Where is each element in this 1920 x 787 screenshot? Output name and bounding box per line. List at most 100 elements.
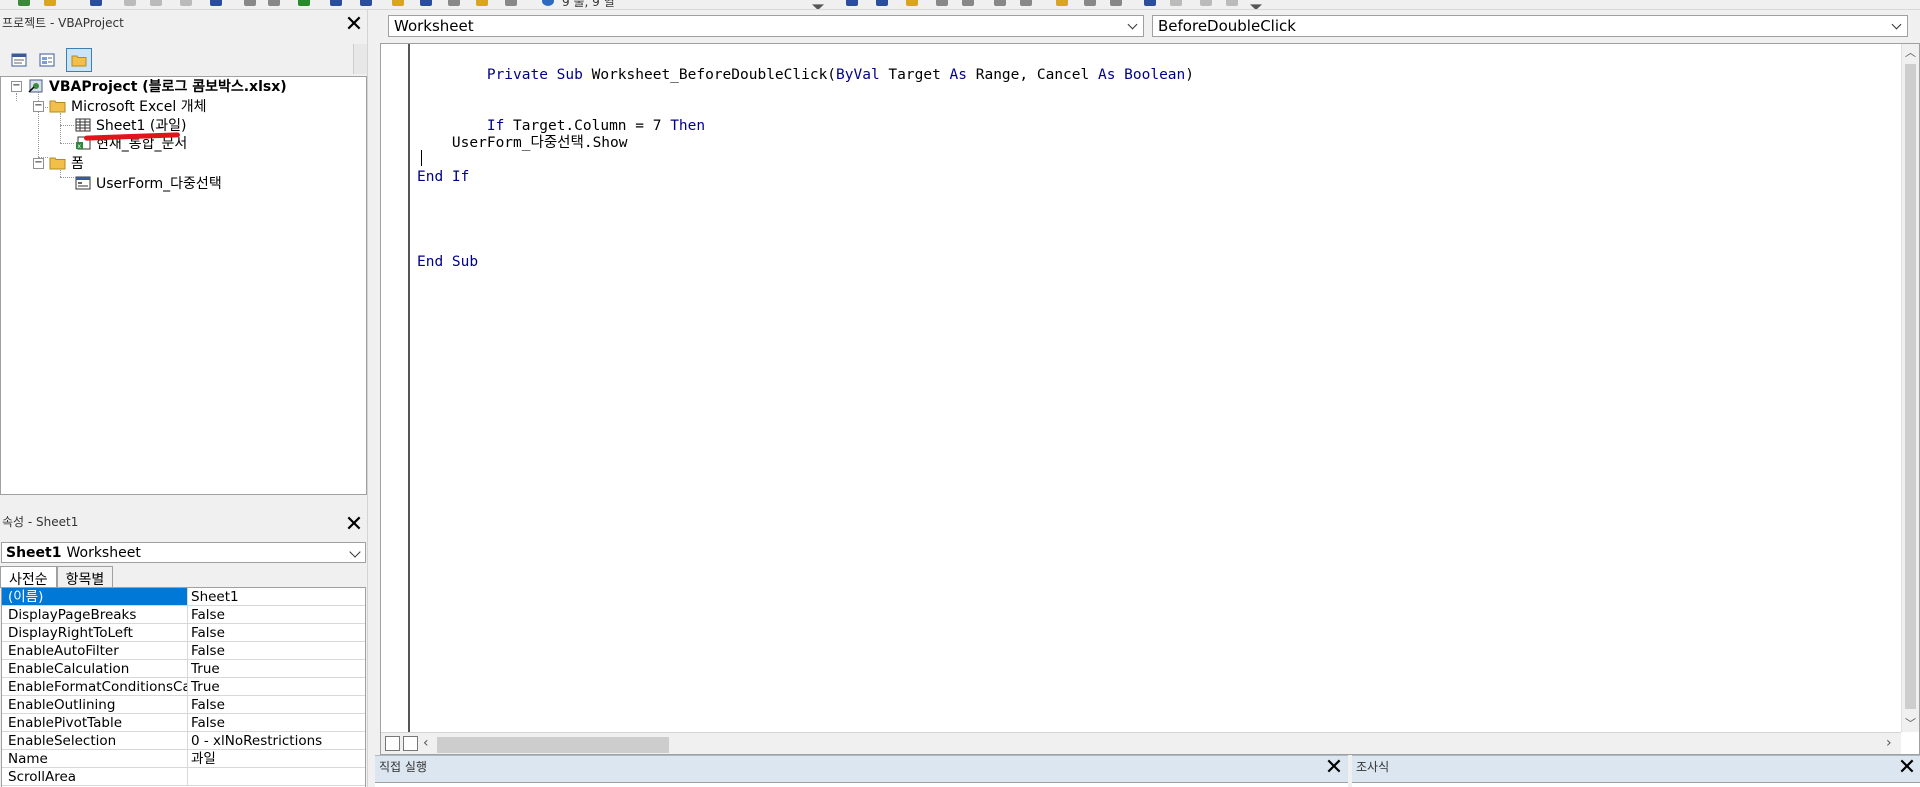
chevron-down-icon[interactable] (1891, 19, 1902, 30)
comment-block-icon[interactable] (936, 0, 948, 6)
prop-value[interactable]: False (188, 714, 365, 731)
margin-indicator-bar[interactable] (381, 44, 410, 732)
properties-icon[interactable] (448, 0, 460, 6)
code-line-end-sub[interactable]: End Sub (417, 254, 478, 271)
run-icon[interactable] (298, 0, 310, 6)
prop-value[interactable]: 과일 (188, 750, 365, 767)
tree-item-forms[interactable]: − 폼 (33, 153, 84, 173)
design-mode-icon[interactable] (392, 0, 404, 6)
next-bookmark-icon[interactable] (1020, 0, 1032, 6)
watch-pane-close-icon[interactable]: ✕ (1896, 757, 1918, 779)
scroll-thumb[interactable] (1905, 64, 1916, 709)
tree-item-vbaproject[interactable]: − VBAProject (블로그 콤보박스.xlsx) (11, 76, 287, 96)
view-object-button[interactable] (34, 48, 60, 72)
prop-value[interactable]: Sheet1 (188, 588, 365, 605)
reset-icon[interactable] (360, 0, 372, 6)
watch-pane[interactable]: 조사식 ✕ (1352, 755, 1920, 787)
collapse-icon[interactable]: − (33, 157, 44, 169)
procedure-view-icon[interactable] (385, 736, 400, 751)
prop-value[interactable]: False (188, 624, 365, 641)
tree-item-excel-objects[interactable]: − Microsoft Excel 개체 (33, 96, 206, 116)
excel-view-icon[interactable] (18, 0, 30, 6)
bookmark-icon[interactable] (994, 0, 1006, 6)
list-constants-icon[interactable] (1084, 0, 1096, 6)
object-combo[interactable]: Worksheet (388, 15, 1144, 37)
toolbox-icon[interactable] (505, 0, 517, 6)
prop-row[interactable]: EnableSelection 0 - xlNoRestrictions (2, 732, 365, 750)
project-explorer-icon[interactable] (420, 0, 432, 6)
scroll-up-icon[interactable]: ︿ (1902, 44, 1919, 61)
code-text[interactable]: Private Sub Worksheet_BeforeDoubleClick(… (417, 50, 1194, 270)
immediate-pane[interactable]: 직접 실행 ✕ (375, 755, 1348, 787)
vertical-scrollbar[interactable]: ︿ ﹀ (1901, 44, 1919, 732)
procedure-combo[interactable]: BeforeDoubleClick (1152, 15, 1908, 37)
redo-icon[interactable] (268, 0, 280, 6)
scroll-right-icon[interactable]: › (1886, 735, 1892, 751)
prop-row[interactable]: ScrollArea (2, 768, 365, 786)
code-line-show[interactable]: UserForm_다중선택.Show (417, 135, 628, 152)
prop-value[interactable]: False (188, 606, 365, 623)
save-icon[interactable] (90, 0, 102, 6)
view-code-button[interactable] (6, 48, 32, 72)
collapse-icon[interactable]: − (11, 80, 22, 92)
break-icon[interactable] (330, 0, 342, 6)
code-line-sub[interactable]: Private Sub Worksheet_BeforeDoubleClick(… (417, 50, 1194, 101)
toggle-folders-button[interactable] (66, 48, 92, 72)
undo-icon[interactable] (244, 0, 256, 6)
indent-icon[interactable] (846, 0, 858, 6)
project-pane-close-icon[interactable]: ✕ (343, 14, 365, 36)
tab-alphabetic[interactable]: 사전순 (0, 566, 57, 588)
insert-icon[interactable] (44, 0, 56, 6)
horizontal-scroll-thumb[interactable] (437, 737, 669, 753)
toolbar-chevron-icon[interactable] (812, 4, 824, 9)
prop-value[interactable] (188, 768, 365, 785)
prop-value[interactable]: True (188, 660, 365, 677)
paste-icon[interactable] (180, 0, 192, 6)
toolbar-overflow-icon[interactable] (1250, 4, 1262, 9)
help-icon[interactable] (542, 0, 554, 6)
prop-row[interactable]: DisplayRightToLeft False (2, 624, 365, 642)
complete-word-icon[interactable] (1144, 0, 1156, 6)
uncomment-block-icon[interactable] (962, 0, 974, 6)
previous-bookmark-icon[interactable] (1226, 0, 1238, 6)
code-line-end-if[interactable]: End If (417, 169, 469, 186)
immediate-window[interactable] (375, 782, 1348, 787)
toggle-breakpoint-icon[interactable] (906, 0, 918, 6)
scroll-down-icon[interactable]: ﹀ (1902, 715, 1919, 732)
project-toolbar-scroll[interactable] (353, 44, 367, 74)
list-properties-icon[interactable] (1110, 0, 1122, 6)
immediate-pane-close-icon[interactable]: ✕ (1323, 757, 1345, 779)
quick-info-icon[interactable] (1056, 0, 1068, 6)
copy-icon[interactable] (150, 0, 162, 6)
chevron-down-icon[interactable] (1127, 19, 1138, 30)
object-selector[interactable]: Sheet1 Worksheet (1, 542, 366, 563)
properties-pane-close-icon[interactable]: ✕ (343, 514, 365, 536)
prop-row[interactable]: EnablePivotTable False (2, 714, 365, 732)
prop-value[interactable]: False (188, 696, 365, 713)
find-icon[interactable] (210, 0, 222, 6)
prop-value[interactable]: True (188, 678, 365, 695)
object-browser-icon[interactable] (476, 0, 488, 6)
prop-row[interactable]: EnableFormatConditionsCal True (2, 678, 365, 696)
prop-row[interactable]: EnableCalculation True (2, 660, 365, 678)
prop-row[interactable]: Name 과일 (2, 750, 365, 768)
prop-row[interactable]: DisplayPageBreaks False (2, 606, 365, 624)
watch-window[interactable] (1352, 782, 1920, 787)
chevron-down-icon[interactable] (349, 546, 361, 558)
prop-row[interactable]: (이름) Sheet1 (2, 588, 365, 606)
prop-value[interactable]: False (188, 642, 365, 659)
prop-row[interactable]: EnableOutlining False (2, 696, 365, 714)
outdent-icon[interactable] (876, 0, 888, 6)
cut-icon[interactable] (124, 0, 136, 6)
code-editor[interactable]: Private Sub Worksheet_BeforeDoubleClick(… (380, 43, 1920, 755)
scroll-left-icon[interactable]: ‹ (423, 735, 429, 751)
tree-item-userform[interactable]: UserForm_다중선택 (73, 173, 222, 193)
tree-connector (60, 177, 74, 178)
parameter-info-icon[interactable] (1170, 0, 1182, 6)
collapse-icon[interactable]: − (33, 100, 44, 112)
prop-row[interactable]: EnableAutoFilter False (2, 642, 365, 660)
full-module-view-icon[interactable] (403, 736, 418, 751)
clear-bookmarks-icon[interactable] (1200, 0, 1212, 6)
tab-categorized[interactable]: 항목별 (56, 566, 114, 588)
prop-value[interactable]: 0 - xlNoRestrictions (188, 732, 365, 749)
